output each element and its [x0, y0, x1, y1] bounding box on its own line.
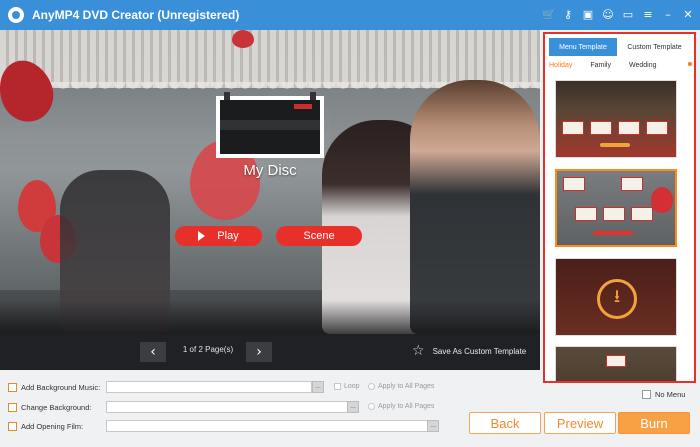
template-thumb	[603, 207, 625, 221]
scene-label: Scene	[303, 230, 335, 242]
opening-film-option: Add Opening Film:	[8, 419, 83, 433]
change-background-checkbox[interactable]	[8, 402, 17, 412]
background-apply-all-radio[interactable]	[368, 403, 375, 410]
category-tabs: Holiday Family Wedding	[549, 59, 692, 71]
template-panel: Menu Template Custom Template Holiday Fa…	[543, 32, 696, 383]
change-background-label: Change Background:	[21, 402, 92, 412]
no-menu-option[interactable]: No Menu	[642, 390, 685, 399]
next-page-button[interactable]: ›	[246, 342, 272, 362]
ground-shadow	[0, 300, 540, 334]
template-thumb	[563, 177, 585, 191]
template-item-download[interactable]: ⭳	[555, 258, 677, 336]
minimize-icon[interactable]: –	[662, 9, 674, 21]
burn-button[interactable]: Burn	[618, 412, 690, 434]
chevron-right-icon: ›	[256, 344, 262, 360]
background-music-label: Add Background Music:	[21, 382, 101, 392]
change-background-field[interactable]	[106, 401, 348, 413]
thumbnail-marker	[294, 104, 312, 109]
loop-label: Loop	[344, 383, 360, 390]
template-thumb	[631, 207, 653, 221]
no-menu-checkbox[interactable]	[642, 390, 651, 399]
star-icon: ☆	[412, 343, 425, 359]
preview-button[interactable]: Preview	[544, 412, 616, 434]
save-template-label: Save As Custom Template	[432, 346, 527, 356]
background-music-checkbox[interactable]	[8, 382, 17, 392]
template-thumb	[618, 121, 640, 135]
more-categories-icon[interactable]	[688, 62, 692, 66]
app-logo-icon	[8, 7, 24, 23]
category-holiday[interactable]: Holiday	[549, 62, 572, 69]
template-button-bar	[593, 231, 633, 235]
scene-button[interactable]: Scene	[276, 226, 362, 246]
loop-option[interactable]: Loop	[334, 383, 360, 390]
background-music-option: Add Background Music:	[8, 380, 100, 394]
preview-nav-bar: ‹ 1 of 2 Page(s) › ☆ Save As Custom Temp…	[0, 334, 540, 370]
template-tabs: Menu Template Custom Template	[549, 38, 692, 56]
chevron-left-icon: ‹	[150, 344, 156, 360]
music-apply-all-label: Apply to All Pages	[378, 383, 435, 390]
save-custom-template-button[interactable]: ☆ Save As Custom Template	[412, 343, 526, 359]
menu-preview: My Disc Play Scene	[0, 30, 540, 334]
save-icon[interactable]: ▣	[582, 9, 594, 21]
menu-icon[interactable]: ≡	[642, 9, 654, 21]
window-title: AnyMP4 DVD Creator (Unregistered)	[32, 8, 240, 22]
play-icon	[198, 231, 206, 241]
opening-film-browse-button[interactable]: ...	[427, 420, 439, 432]
music-apply-all-radio[interactable]	[368, 383, 375, 390]
download-icon[interactable]: ⭳	[597, 279, 637, 319]
background-music-field[interactable]	[106, 381, 312, 393]
disc-thumbnail[interactable]	[216, 92, 324, 158]
template-thumb	[590, 121, 612, 135]
heart-balloon	[232, 30, 254, 48]
thumbnail-stripe	[220, 120, 320, 130]
account-icon[interactable]: ☺	[602, 9, 614, 21]
opening-film-checkbox[interactable]	[8, 421, 17, 431]
page-indicator: 1 of 2 Page(s)	[182, 345, 234, 354]
pin	[310, 92, 316, 100]
music-apply-all-option[interactable]: Apply to All Pages	[368, 383, 434, 390]
template-thumb	[646, 121, 668, 135]
loop-checkbox[interactable]	[334, 383, 341, 390]
tab-custom-template[interactable]: Custom Template	[617, 38, 692, 56]
options-area: Add Background Music: ... Loop Apply to …	[0, 377, 460, 447]
template-button-bar	[600, 143, 630, 147]
tab-menu-template[interactable]: Menu Template	[549, 38, 617, 56]
close-icon[interactable]: ✕	[682, 9, 694, 21]
play-label: Play	[217, 230, 239, 242]
background-apply-all-option[interactable]: Apply to All Pages	[368, 403, 434, 410]
template-thumb	[606, 355, 626, 367]
template-thumb	[575, 207, 597, 221]
category-family[interactable]: Family	[590, 62, 611, 69]
key-icon[interactable]: ⚷	[562, 9, 574, 21]
template-list[interactable]: ⭳	[551, 76, 683, 381]
feedback-icon[interactable]: ▭	[622, 9, 634, 21]
prev-page-button[interactable]: ‹	[140, 342, 166, 362]
heart-decoration	[651, 187, 673, 213]
category-wedding[interactable]: Wedding	[629, 62, 657, 69]
title-bar: AnyMP4 DVD Creator (Unregistered) 🛒 ⚷ ▣ …	[0, 0, 700, 30]
template-thumb	[621, 177, 643, 191]
disc-title[interactable]: My Disc	[216, 162, 324, 179]
play-button[interactable]: Play	[175, 226, 262, 246]
template-item[interactable]	[555, 346, 677, 381]
background-apply-all-label: Apply to All Pages	[378, 403, 435, 410]
pin	[224, 92, 230, 100]
change-background-browse-button[interactable]: ...	[347, 401, 359, 413]
background-music-browse-button[interactable]: ...	[312, 381, 324, 393]
title-controls: 🛒 ⚷ ▣ ☺ ▭ ≡ – ✕	[542, 0, 694, 30]
no-menu-label: No Menu	[655, 390, 686, 399]
back-button[interactable]: Back	[469, 412, 541, 434]
cart-icon[interactable]: 🛒	[542, 9, 556, 21]
template-item[interactable]	[555, 80, 677, 158]
opening-film-field[interactable]	[106, 420, 428, 432]
template-item-selected[interactable]	[555, 169, 677, 247]
opening-film-label: Add Opening Film:	[21, 421, 84, 431]
change-background-option: Change Background:	[8, 400, 91, 414]
man-figure	[410, 80, 540, 334]
lace-curtain	[0, 30, 540, 88]
template-thumb	[562, 121, 584, 135]
